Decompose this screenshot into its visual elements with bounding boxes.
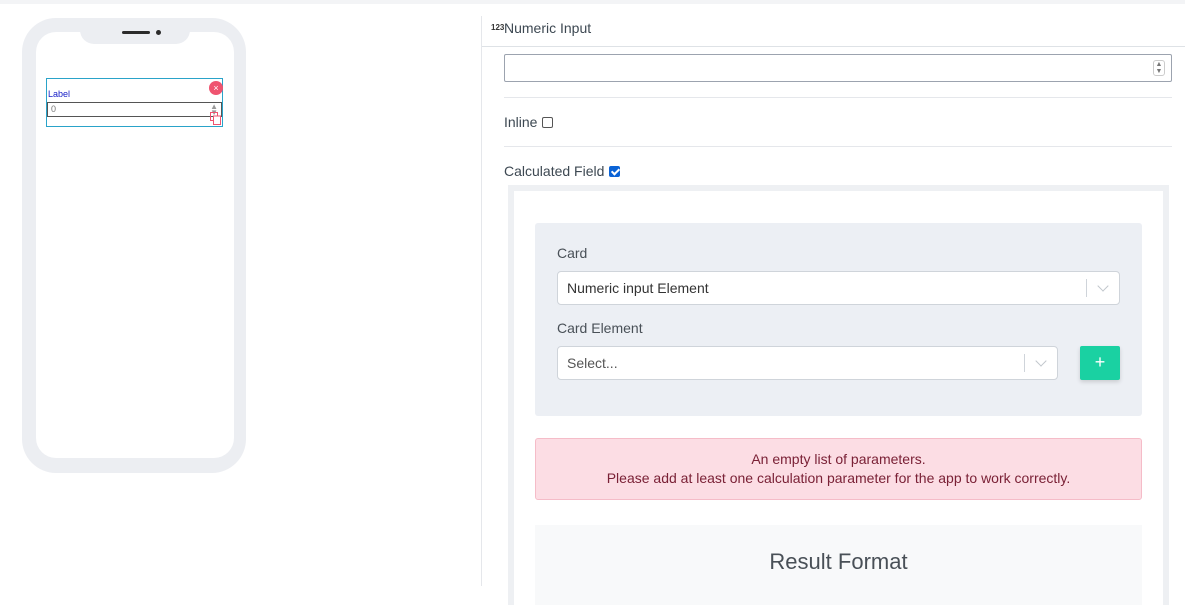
add-parameter-button[interactable]: + — [1080, 346, 1120, 380]
phone-notch — [80, 18, 190, 44]
separator — [504, 146, 1172, 147]
calculated-checkbox[interactable] — [609, 165, 621, 177]
preview-numeric-input[interactable]: 0 ▲ ▼ — [47, 102, 222, 117]
panel-title: Numeric Input — [504, 20, 592, 36]
card-element-select[interactable]: Select... — [557, 346, 1058, 380]
result-format-section: Result Format — [535, 525, 1142, 605]
preview-numeric-element[interactable]: Label × 0 ▲ ▼ — [46, 78, 223, 127]
remove-element-icon[interactable]: × — [209, 81, 223, 95]
parameter-card: Card Numeric input Element Card Element … — [535, 223, 1142, 416]
alert-line-2: Please add at least one calculation para… — [606, 470, 1071, 486]
result-format-title: Result Format — [769, 549, 908, 574]
empty-parameters-alert: An empty list of parameters. Please add … — [535, 438, 1142, 500]
card-element-placeholder: Select... — [567, 355, 618, 371]
inline-checkbox[interactable] — [542, 116, 554, 128]
separator — [504, 97, 1172, 98]
preview-field-label: Label — [48, 89, 71, 99]
preview-field-value: 0 — [51, 104, 57, 114]
select-divider — [1086, 279, 1087, 297]
chevron-down-icon[interactable] — [1035, 355, 1047, 367]
copy-icon[interactable] — [210, 112, 221, 125]
card-label: Card — [557, 245, 588, 261]
top-divider — [0, 0, 1185, 4]
calculated-label: Calculated Field — [504, 163, 605, 179]
calculation-section: Card Numeric input Element Card Element … — [508, 185, 1169, 611]
speaker — [122, 31, 150, 34]
alert-line-1: An empty list of parameters. — [751, 451, 926, 467]
inline-option: Inline — [504, 114, 554, 130]
card-select-value: Numeric input Element — [567, 280, 709, 296]
inline-label: Inline — [504, 114, 538, 130]
calculated-option: Calculated Field — [504, 163, 621, 179]
panel-divider — [481, 16, 482, 586]
select-divider — [1024, 354, 1025, 372]
numeric-spinner-icon[interactable]: ▲ ▼ — [1153, 60, 1165, 76]
numeric-input-icon: 123 — [491, 23, 505, 32]
panel-header: 123 Numeric Input — [482, 16, 1185, 47]
chevron-down-icon[interactable] — [1097, 280, 1109, 292]
phone-screen: Label × 0 ▲ ▼ — [36, 32, 234, 458]
phone-preview: Label × 0 ▲ ▼ — [22, 18, 246, 473]
numeric-value-input[interactable]: ▲ ▼ — [504, 54, 1172, 82]
card-select[interactable]: Numeric input Element — [557, 271, 1120, 305]
card-element-label: Card Element — [557, 320, 643, 336]
calculation-panel: Card Numeric input Element Card Element … — [514, 191, 1163, 611]
camera — [156, 30, 161, 35]
